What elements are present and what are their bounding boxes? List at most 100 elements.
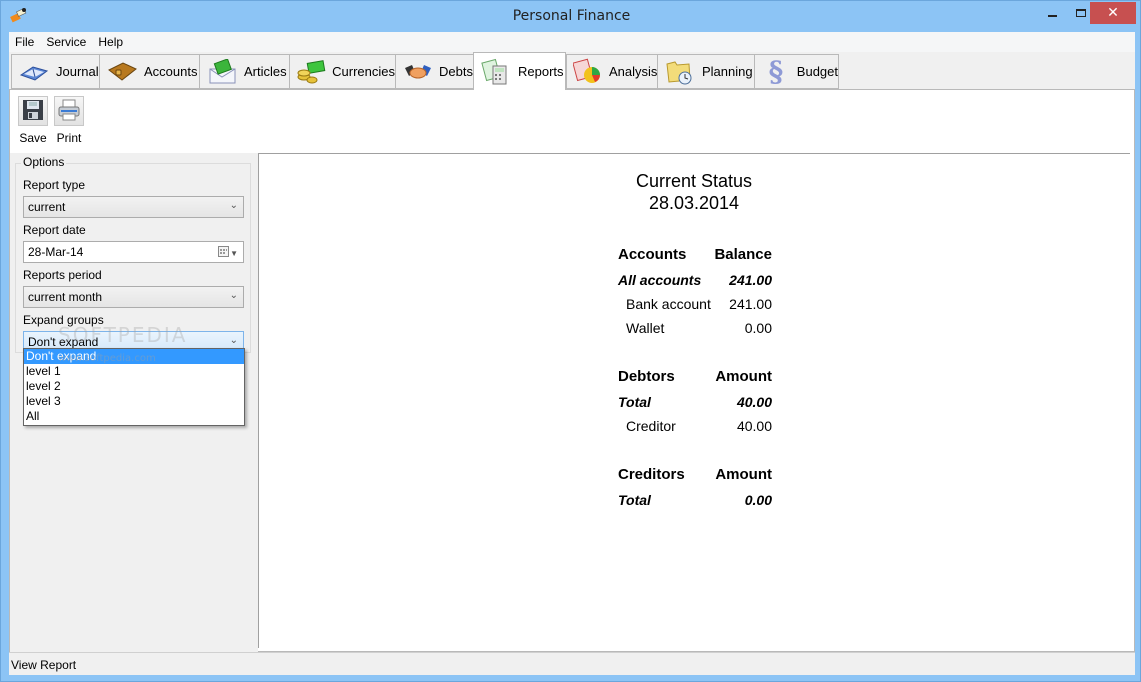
section-sign-icon: §: [768, 54, 784, 88]
dropdown-option[interactable]: Don't expand: [24, 349, 244, 364]
tab-analysis[interactable]: Analysis: [566, 54, 658, 89]
options-pane: Options Report type current ⌄ Report dat…: [10, 153, 258, 653]
reports-panel: Save Print Options Report type current ⌄: [9, 89, 1135, 653]
expand-groups-value: Don't expand: [28, 335, 99, 349]
tab-currencies[interactable]: Currencies: [289, 54, 396, 89]
calendar-icon: [218, 246, 230, 260]
status-bar: View Report: [9, 652, 1135, 675]
dropdown-option[interactable]: level 2: [24, 379, 244, 394]
accounts-header-row: Accounts Balance: [618, 246, 772, 263]
title-bar[interactable]: Personal Finance ✕: [1, 1, 1141, 32]
tab-label: Budget: [796, 64, 838, 79]
save-label: Save: [19, 131, 47, 145]
menu-help[interactable]: Help: [92, 32, 129, 52]
dropdown-option[interactable]: level 1: [24, 364, 244, 379]
tab-label: Reports: [518, 64, 564, 79]
debtors-total-row: Total 40.00: [618, 394, 772, 410]
save-button[interactable]: Save: [18, 96, 48, 145]
tab-planning[interactable]: Planning: [657, 54, 755, 89]
save-button-frame[interactable]: [18, 96, 48, 126]
report-date-picker[interactable]: 28-Mar-14 ▼: [23, 241, 244, 263]
app-window: Personal Finance ✕ File Service Help Jou…: [0, 0, 1141, 682]
coins-icon: [296, 58, 326, 86]
report-view[interactable]: Current Status 28.03.2014 Accounts Balan…: [258, 153, 1130, 648]
maximize-icon: [1076, 9, 1086, 17]
print-button-frame[interactable]: [54, 96, 84, 126]
chevron-down-icon: ▼: [230, 248, 238, 258]
report-row: Wallet 0.00: [618, 320, 772, 336]
tab-journal[interactable]: Journal: [11, 54, 100, 89]
row-name: Total: [618, 492, 651, 508]
accounts-total-row: All accounts 241.00: [618, 272, 772, 288]
calculator-report-icon: [480, 58, 512, 86]
tab-debts[interactable]: Debts: [395, 54, 474, 89]
client-area: File Service Help Journal Accounts Artic…: [9, 32, 1135, 675]
row-value: 40.00: [736, 394, 772, 410]
report-date-value: 28-Mar-14: [28, 245, 84, 259]
row-value: 241.00: [729, 296, 772, 312]
pie-chart-icon: [573, 58, 603, 86]
column-header: Creditors: [618, 466, 685, 483]
expand-groups-label: Expand groups: [23, 313, 104, 327]
row-value: 0.00: [744, 320, 772, 336]
chevron-down-icon: ⌄: [229, 200, 238, 211]
tab-label: Analysis: [609, 64, 658, 79]
toolbar: Save Print: [10, 90, 1134, 153]
report-type-value: current: [28, 200, 66, 214]
row-name: Creditor: [626, 418, 676, 434]
column-header: Amount: [715, 368, 772, 385]
report-row: Bank account 241.00: [618, 296, 772, 312]
menu-bar: File Service Help: [9, 32, 1135, 52]
close-button[interactable]: ✕: [1090, 2, 1136, 24]
report-title: Current Status: [635, 171, 753, 191]
chevron-down-icon: ⌄: [229, 290, 238, 301]
print-label: Print: [56, 131, 82, 145]
chevron-down-icon: ⌄: [229, 335, 238, 346]
window-title: Personal Finance: [512, 8, 631, 24]
tab-articles[interactable]: Articles: [199, 54, 290, 89]
dropdown-option[interactable]: All: [24, 409, 244, 424]
tab-reports[interactable]: Reports: [473, 52, 566, 90]
folder-clock-icon: [664, 58, 696, 86]
report-date-label: Report date: [23, 223, 86, 237]
row-value: 0.00: [744, 492, 772, 508]
reports-period-select[interactable]: current month ⌄: [23, 286, 244, 308]
tab-label: Articles: [244, 64, 287, 79]
dropdown-option[interactable]: level 3: [24, 394, 244, 409]
tab-budget[interactable]: § Budget: [754, 54, 839, 89]
row-name: Wallet: [626, 320, 665, 336]
print-button[interactable]: Print: [54, 96, 84, 145]
wallet-icon: [106, 58, 138, 86]
minimize-button[interactable]: [1039, 2, 1065, 24]
menu-service[interactable]: Service: [40, 32, 92, 52]
envelope-money-icon: [206, 58, 238, 86]
floppy-disk-icon: [22, 99, 44, 124]
row-value: 40.00: [736, 418, 772, 434]
tab-label: Journal: [56, 64, 99, 79]
debtors-header-row: Debtors Amount: [618, 368, 772, 385]
tab-accounts[interactable]: Accounts: [99, 54, 200, 89]
status-text: View Report: [11, 658, 77, 672]
handshake-icon: [402, 58, 433, 86]
creditors-total-row: Total 0.00: [618, 492, 772, 508]
column-header: Amount: [715, 466, 772, 483]
expand-groups-dropdown: Don't expand level 1 level 2 level 3 All: [23, 348, 245, 426]
calendar-dropdown-button[interactable]: ▼: [218, 246, 238, 260]
options-legend: Options: [21, 155, 67, 169]
close-icon: ✕: [1107, 5, 1119, 21]
report-row: Creditor 40.00: [618, 418, 772, 434]
tab-label: Currencies: [332, 64, 395, 79]
report-type-select[interactable]: current ⌄: [23, 196, 244, 218]
tab-strip: Journal Accounts Articles Currencies Deb…: [9, 52, 1135, 90]
tab-label: Debts: [439, 64, 473, 79]
column-header: Accounts: [618, 246, 687, 263]
column-header: Debtors: [618, 368, 675, 385]
row-value: 241.00: [729, 272, 772, 288]
report-date: 28.03.2014: [648, 193, 740, 213]
tab-label: Accounts: [144, 64, 198, 79]
menu-file[interactable]: File: [9, 32, 40, 52]
row-name: Total: [618, 394, 651, 410]
row-name: Bank account: [626, 296, 711, 312]
book-icon: [18, 58, 50, 86]
column-header: Balance: [714, 246, 772, 263]
